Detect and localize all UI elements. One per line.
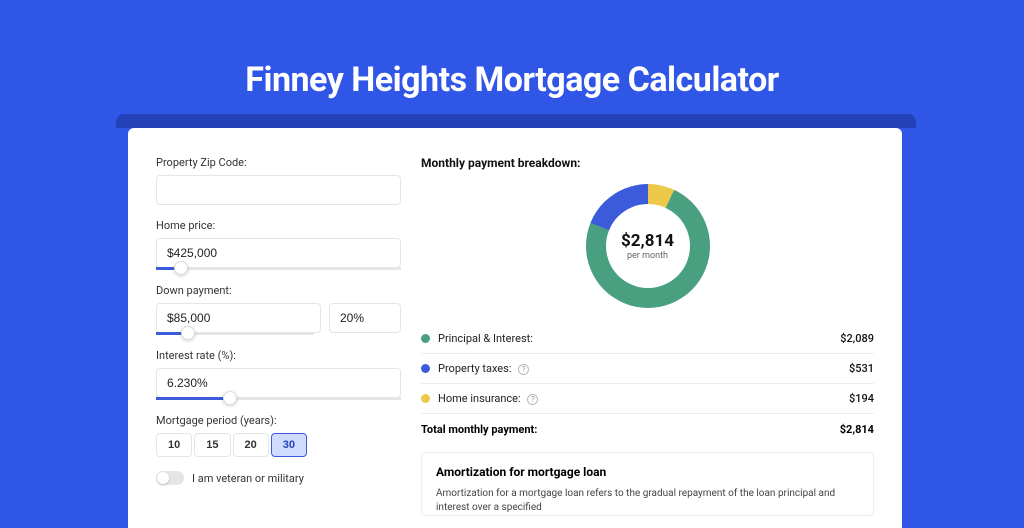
dot-icon: [421, 364, 430, 373]
help-icon[interactable]: ?: [527, 394, 538, 405]
legend-text: Property taxes:: [438, 362, 511, 375]
card-shadow: [116, 114, 916, 128]
total-value: $2,814: [840, 423, 874, 436]
period-button-10[interactable]: 10: [156, 433, 192, 457]
amortization-title: Amortization for mortgage loan: [436, 465, 859, 479]
toggle-thumb-icon: [157, 472, 169, 484]
legend-row-principal: Principal & Interest: $2,089: [421, 324, 874, 354]
rate-label: Interest rate (%):: [156, 349, 401, 362]
breakdown-title: Monthly payment breakdown:: [421, 156, 874, 170]
payment-donut-chart: $2,814 per month: [586, 184, 710, 308]
zip-label: Property Zip Code:: [156, 156, 401, 169]
legend-value: $531: [849, 362, 874, 375]
dot-icon: [421, 334, 430, 343]
zip-input[interactable]: [156, 175, 401, 205]
slider-thumb-icon[interactable]: [181, 326, 195, 340]
period-group: Mortgage period (years): 10 15 20 30: [156, 414, 401, 457]
legend-label: Principal & Interest:: [438, 332, 840, 345]
legend-text: Home insurance:: [438, 392, 521, 405]
price-label: Home price:: [156, 219, 401, 232]
rate-slider[interactable]: [156, 397, 401, 400]
calculator-card: Property Zip Code: Home price: Down paym…: [128, 128, 902, 528]
amortization-card: Amortization for mortgage loan Amortizat…: [421, 452, 874, 516]
rate-input[interactable]: [156, 368, 401, 398]
donut-amount: $2,814: [621, 231, 674, 251]
total-label: Total monthly payment:: [421, 423, 840, 436]
zip-group: Property Zip Code:: [156, 156, 401, 205]
period-button-15[interactable]: 15: [194, 433, 230, 457]
rate-group: Interest rate (%):: [156, 349, 401, 400]
veteran-row: I am veteran or military: [156, 471, 401, 485]
help-icon[interactable]: ?: [518, 364, 529, 375]
period-label: Mortgage period (years):: [156, 414, 401, 427]
veteran-toggle[interactable]: [156, 471, 184, 485]
total-row: Total monthly payment: $2,814: [421, 414, 874, 450]
downpayment-group: Down payment:: [156, 284, 401, 335]
legend-row-insurance: Home insurance: ? $194: [421, 384, 874, 414]
form-column: Property Zip Code: Home price: Down paym…: [156, 156, 401, 528]
legend-label: Property taxes: ?: [438, 362, 849, 375]
legend-value: $2,089: [840, 332, 874, 345]
amortization-text: Amortization for a mortgage loan refers …: [436, 487, 859, 515]
price-input[interactable]: [156, 238, 401, 268]
dot-icon: [421, 394, 430, 403]
legend-label: Home insurance: ?: [438, 392, 849, 405]
price-group: Home price:: [156, 219, 401, 270]
breakdown-column: Monthly payment breakdown: $2,814 per mo…: [421, 156, 874, 528]
period-button-30[interactable]: 30: [271, 433, 307, 457]
donut-wrap: $2,814 per month: [421, 184, 874, 308]
slider-thumb-icon[interactable]: [174, 261, 188, 275]
veteran-label: I am veteran or military: [192, 472, 304, 485]
donut-center: $2,814 per month: [606, 204, 690, 288]
legend-row-taxes: Property taxes: ? $531: [421, 354, 874, 384]
downpayment-label: Down payment:: [156, 284, 401, 297]
page-title: Finney Heights Mortgage Calculator: [0, 0, 1024, 100]
slider-thumb-icon[interactable]: [223, 391, 237, 405]
price-slider[interactable]: [156, 267, 401, 270]
donut-label: per month: [627, 251, 668, 261]
legend-value: $194: [849, 392, 874, 405]
period-button-20[interactable]: 20: [233, 433, 269, 457]
period-row: 10 15 20 30: [156, 433, 401, 457]
legend: Principal & Interest: $2,089 Property ta…: [421, 324, 874, 450]
downpayment-pct-input[interactable]: [329, 303, 401, 333]
downpayment-slider[interactable]: [156, 332, 314, 335]
